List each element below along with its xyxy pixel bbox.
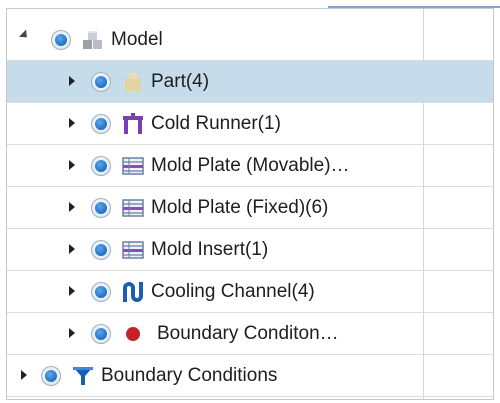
expand-arrow-icon[interactable]: [69, 328, 75, 338]
expand-arrow-icon[interactable]: [21, 370, 27, 380]
tree-item-cooling-channel[interactable]: Cooling Channel(4): [7, 271, 493, 313]
tree-item-label: Cooling Channel(4): [151, 281, 315, 302]
tree-item-boundary-conditions[interactable]: Boundary Conditions: [7, 355, 493, 397]
tree-item-label: Mold Plate (Fixed)(6): [151, 197, 329, 218]
tree-item-label: Mold Insert(1): [151, 239, 269, 260]
expand-arrow-icon[interactable]: [69, 160, 75, 170]
part-icon: [125, 73, 141, 91]
red-dot-icon: [126, 327, 140, 341]
visibility-radio[interactable]: [91, 282, 111, 302]
visibility-radio[interactable]: [51, 30, 71, 50]
tree-item-mold-plate-movable[interactable]: Mold Plate (Movable)…: [7, 145, 493, 187]
expand-arrow-icon[interactable]: [69, 202, 75, 212]
visibility-radio[interactable]: [91, 198, 111, 218]
tree-item-label: Boundary Conditions: [101, 365, 278, 386]
expand-arrow-icon[interactable]: [69, 244, 75, 254]
visibility-radio[interactable]: [91, 114, 111, 134]
tree-item-mold-plate-fixed[interactable]: Mold Plate (Fixed)(6): [7, 187, 493, 229]
cooling-channel-icon: [123, 282, 143, 302]
tree-item-label: Cold Runner(1): [151, 113, 281, 134]
visibility-radio[interactable]: [41, 366, 61, 386]
tree-item-label: Boundary Conditon…: [157, 323, 339, 344]
visibility-radio[interactable]: [91, 72, 111, 92]
tree-item-cold-runner[interactable]: Cold Runner(1): [7, 103, 493, 145]
tree-item-mold-insert[interactable]: Mold Insert(1): [7, 229, 493, 271]
tree-item-part[interactable]: Part(4): [7, 61, 493, 103]
mold-plate-icon: [122, 199, 144, 217]
cold-runner-icon: [123, 113, 143, 134]
tree-item-model[interactable]: Model: [7, 19, 493, 61]
boundary-conditions-icon: [73, 367, 93, 385]
mold-plate-icon: [122, 157, 144, 175]
tree-item-label: Part(4): [151, 71, 210, 92]
model-blocks-icon: [83, 31, 102, 49]
visibility-radio[interactable]: [91, 156, 111, 176]
tree-item-label: Model: [111, 29, 163, 50]
tree-item-boundary-condition-child[interactable]: Boundary Conditon…: [7, 313, 493, 355]
expand-arrow-icon[interactable]: [69, 286, 75, 296]
expand-arrow-icon[interactable]: [69, 118, 75, 128]
visibility-radio[interactable]: [91, 324, 111, 344]
mold-insert-icon: [122, 241, 144, 259]
expand-arrow-icon[interactable]: [69, 76, 75, 86]
model-tree-panel: Model Part(4) Cold Runner(1) Mold Plate …: [6, 8, 494, 400]
tree-item-label: Mold Plate (Movable)…: [151, 155, 350, 176]
visibility-radio[interactable]: [91, 240, 111, 260]
collapse-arrow-icon[interactable]: [19, 29, 31, 41]
